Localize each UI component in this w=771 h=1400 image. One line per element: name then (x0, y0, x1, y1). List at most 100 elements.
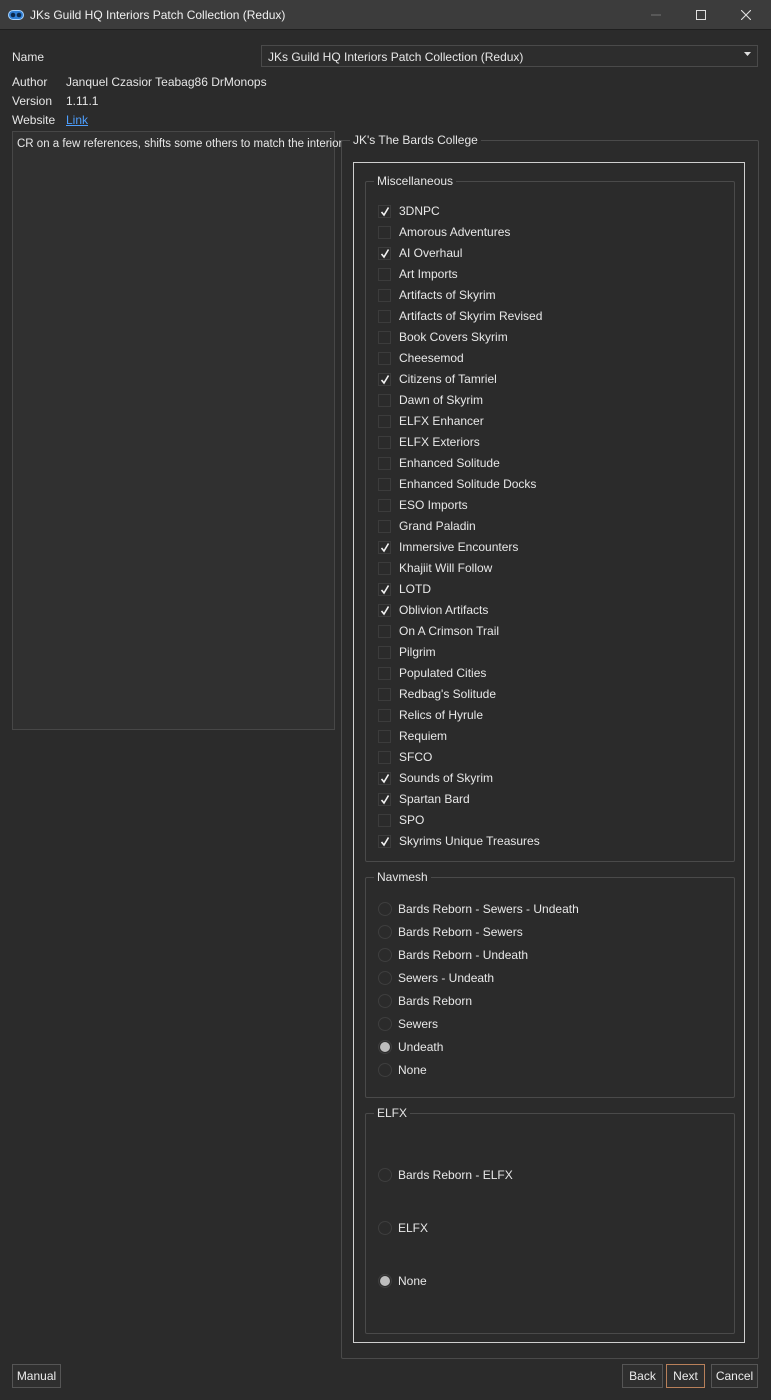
misc-option[interactable]: Citizens of Tamriel (378, 371, 497, 387)
misc-option[interactable]: Oblivion Artifacts (378, 602, 488, 618)
misc-option[interactable]: On A Crimson Trail (378, 623, 499, 639)
misc-option[interactable]: Art Imports (378, 266, 458, 282)
radio[interactable] (378, 994, 392, 1008)
name-select[interactable]: JKs Guild HQ Interiors Patch Collection … (261, 45, 758, 67)
checkbox[interactable] (378, 519, 391, 533)
option-label: Immersive Encounters (399, 540, 519, 554)
checkbox[interactable] (378, 351, 391, 365)
radio[interactable] (378, 1017, 392, 1031)
checkbox-checked[interactable] (378, 204, 391, 218)
navmesh-option[interactable]: Bards Reborn - Sewers (378, 924, 523, 940)
checkmark-icon (380, 794, 390, 804)
checkbox[interactable] (378, 309, 391, 323)
misc-option[interactable]: Relics of Hyrule (378, 707, 483, 723)
misc-option[interactable]: ELFX Exteriors (378, 434, 480, 450)
checkbox[interactable] (378, 645, 391, 659)
navmesh-option[interactable]: Sewers (378, 1016, 438, 1032)
misc-option[interactable]: SPO (378, 812, 424, 828)
navmesh-option[interactable]: Bards Reborn (378, 993, 472, 1009)
navmesh-option[interactable]: Sewers - Undeath (378, 970, 494, 986)
radio[interactable] (378, 1063, 392, 1077)
elfx-option[interactable]: None (378, 1273, 427, 1289)
cancel-button[interactable]: Cancel (711, 1364, 758, 1388)
minimize-button[interactable] (633, 0, 679, 30)
checkbox[interactable] (378, 477, 391, 491)
checkbox[interactable] (378, 330, 391, 344)
misc-option[interactable]: Requiem (378, 728, 447, 744)
website-link[interactable]: Link (66, 113, 88, 127)
misc-option[interactable]: Cheesemod (378, 350, 464, 366)
radio[interactable] (378, 1168, 392, 1182)
checkbox-checked[interactable] (378, 792, 391, 806)
misc-option[interactable]: 3DNPC (378, 203, 440, 219)
close-button[interactable] (723, 0, 769, 30)
misc-option[interactable]: Book Covers Skyrim (378, 329, 508, 345)
navmesh-option[interactable]: Bards Reborn - Undeath (378, 947, 528, 963)
manual-button[interactable]: Manual (12, 1364, 61, 1388)
checkbox[interactable] (378, 624, 391, 638)
checkbox[interactable] (378, 750, 391, 764)
checkbox[interactable] (378, 414, 391, 428)
misc-option[interactable]: ELFX Enhancer (378, 413, 484, 429)
checkbox-checked[interactable] (378, 246, 391, 260)
radio[interactable] (378, 902, 392, 916)
checkbox-checked[interactable] (378, 582, 391, 596)
misc-option[interactable]: Grand Paladin (378, 518, 476, 534)
checkbox-checked[interactable] (378, 540, 391, 554)
misc-option[interactable]: Dawn of Skyrim (378, 392, 483, 408)
radio[interactable] (378, 948, 392, 962)
radio[interactable] (378, 925, 392, 939)
misc-option[interactable]: Pilgrim (378, 644, 436, 660)
checkbox[interactable] (378, 288, 391, 302)
misc-option[interactable]: AI Overhaul (378, 245, 462, 261)
elfx-option[interactable]: ELFX (378, 1220, 428, 1236)
maximize-button[interactable] (678, 0, 724, 30)
misc-option[interactable]: Populated Cities (378, 665, 486, 681)
misc-option[interactable]: Skyrims Unique Treasures (378, 833, 540, 849)
checkbox-checked[interactable] (378, 603, 391, 617)
checkbox[interactable] (378, 435, 391, 449)
option-label: Oblivion Artifacts (399, 603, 489, 617)
misc-option[interactable]: Spartan Bard (378, 791, 470, 807)
checkbox[interactable] (378, 666, 391, 680)
option-label: LOTD (399, 582, 432, 596)
misc-option[interactable]: ESO Imports (378, 497, 468, 513)
misc-group-title: Miscellaneous (377, 174, 454, 188)
misc-option[interactable]: Artifacts of Skyrim (378, 287, 496, 303)
checkbox[interactable] (378, 393, 391, 407)
option-label: Enhanced Solitude Docks (399, 477, 537, 491)
checkbox[interactable] (378, 729, 391, 743)
checkbox-checked[interactable] (378, 771, 391, 785)
misc-option[interactable]: Enhanced Solitude Docks (378, 476, 536, 492)
checkbox[interactable] (378, 267, 391, 281)
checkbox[interactable] (378, 561, 391, 575)
option-label: Redbag's Solitude (399, 687, 497, 701)
radio[interactable] (378, 971, 392, 985)
next-button[interactable]: Next (666, 1364, 705, 1388)
misc-option[interactable]: Amorous Adventures (378, 224, 510, 240)
misc-option[interactable]: Khajiit Will Follow (378, 560, 492, 576)
misc-option[interactable]: Redbag's Solitude (378, 686, 496, 702)
misc-option[interactable]: SFCO (378, 749, 432, 765)
navmesh-option[interactable]: Undeath (378, 1039, 443, 1055)
checkbox[interactable] (378, 456, 391, 470)
elfx-option[interactable]: Bards Reborn - ELFX (378, 1167, 513, 1183)
checkbox[interactable] (378, 708, 391, 722)
misc-option[interactable]: Sounds of Skyrim (378, 770, 493, 786)
navmesh-option[interactable]: Bards Reborn - Sewers - Undeath (378, 901, 579, 917)
misc-option[interactable]: Enhanced Solitude (378, 455, 500, 471)
misc-option[interactable]: Artifacts of Skyrim Revised (378, 308, 542, 324)
checkbox[interactable] (378, 498, 391, 512)
radio-selected[interactable] (378, 1274, 392, 1288)
misc-option[interactable]: Immersive Encounters (378, 539, 518, 555)
checkbox-checked[interactable] (378, 834, 391, 848)
checkbox-checked[interactable] (378, 372, 391, 386)
back-button[interactable]: Back (622, 1364, 663, 1388)
misc-option[interactable]: LOTD (378, 581, 431, 597)
checkbox[interactable] (378, 687, 391, 701)
radio-selected[interactable] (378, 1040, 392, 1054)
checkbox[interactable] (378, 813, 391, 827)
checkbox[interactable] (378, 225, 391, 239)
radio[interactable] (378, 1221, 392, 1235)
navmesh-option[interactable]: None (378, 1062, 427, 1078)
